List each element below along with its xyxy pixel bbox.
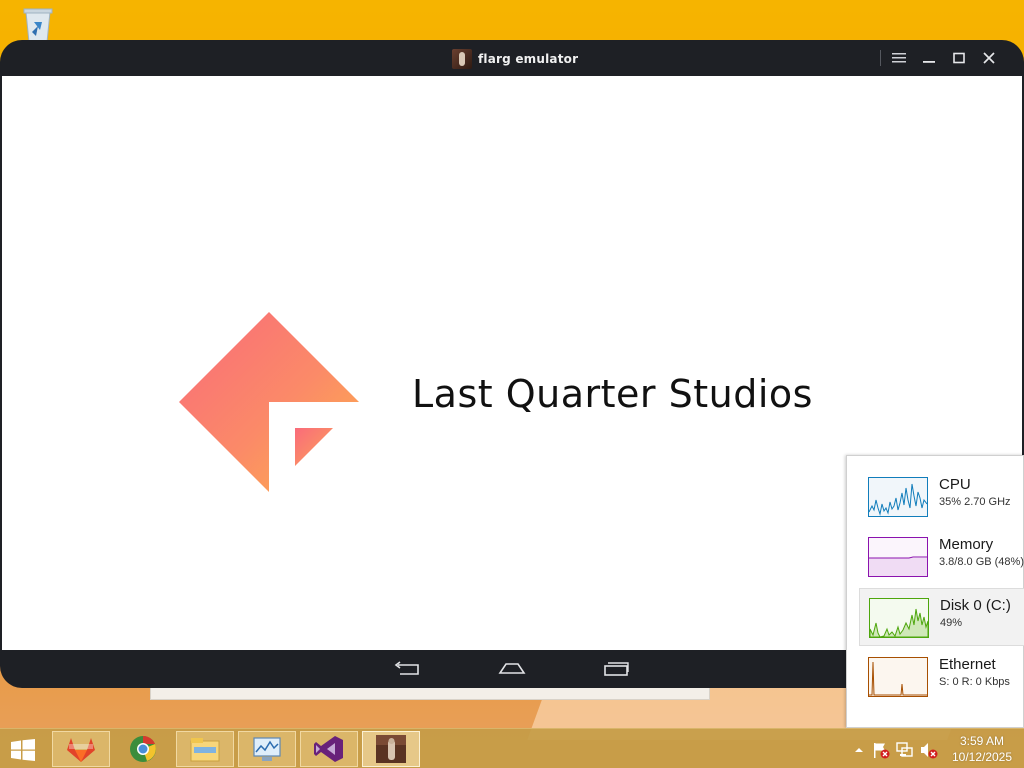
recents-button[interactable] (600, 658, 632, 680)
memory-graph (868, 537, 928, 577)
ethernet-graph (868, 657, 928, 697)
perf-item-disk[interactable]: Disk 0 (C:) 49% (859, 588, 1024, 646)
perf-name-cpu: CPU (939, 476, 971, 493)
flarg-app-icon (452, 49, 472, 69)
flarg-emulator-icon (376, 735, 406, 763)
clock-date: 10/12/2025 (951, 750, 1013, 764)
performance-widget: CPU 35% 2.70 GHz Memory 3.8/8.0 GB (48%)… (846, 455, 1024, 728)
visual-studio-icon (314, 736, 343, 762)
taskbar-app-resource-monitor[interactable] (238, 731, 296, 767)
clock-time: 3:59 AM (959, 734, 1005, 748)
perf-name-memory: Memory (939, 536, 994, 553)
minimize-button[interactable] (917, 46, 941, 70)
perf-name-disk: Disk 0 (C:) (940, 597, 1011, 614)
perf-item-memory[interactable]: Memory 3.8/8.0 GB (48%) (859, 528, 1024, 586)
gitlab-icon (67, 738, 95, 762)
recents-icon (604, 662, 629, 676)
taskbar: 3:59 AM 10/12/2025 (0, 728, 1024, 768)
action-center-flag-icon (874, 743, 890, 759)
tray-network[interactable] (896, 741, 914, 759)
show-hidden-icons-button[interactable] (850, 741, 868, 759)
cpu-graph (868, 477, 928, 517)
windows-logo-icon (11, 739, 35, 761)
perf-name-ethernet: Ethernet (939, 656, 996, 673)
maximize-button[interactable] (947, 46, 971, 70)
home-button[interactable] (496, 658, 528, 680)
studio-name: Last Quarter Studios (412, 372, 813, 416)
perf-detail-memory: 3.8/8.0 GB (48%) (939, 556, 1024, 568)
file-explorer-icon (190, 738, 220, 762)
start-button[interactable] (6, 735, 40, 765)
close-button[interactable] (977, 46, 1001, 70)
perf-detail-ethernet: S: 0 R: 0 Kbps (939, 676, 1010, 688)
volume-muted-icon (921, 743, 938, 759)
resource-monitor-icon (253, 737, 281, 761)
perf-detail-disk: 49% (940, 617, 963, 629)
title-bar[interactable]: flarg emulator (0, 40, 1024, 76)
taskbar-app-file-explorer[interactable] (176, 731, 234, 767)
maximize-icon (953, 52, 965, 64)
back-icon (394, 661, 419, 675)
close-icon (983, 52, 995, 64)
taskbar-app-visual-studio[interactable] (300, 731, 358, 767)
tray-volume[interactable] (920, 741, 938, 759)
minimize-icon (923, 61, 935, 63)
window-title-text: flarg emulator (478, 52, 579, 66)
tray-action-center[interactable] (872, 741, 890, 759)
taskbar-app-gitlab[interactable] (52, 731, 110, 767)
perf-item-ethernet[interactable]: Ethernet S: 0 R: 0 Kbps (859, 648, 1024, 706)
window-title: flarg emulator (452, 49, 578, 69)
perf-detail-cpu: 35% 2.70 GHz (939, 496, 1011, 508)
last-quarter-studios-logo (179, 312, 359, 492)
perf-item-cpu[interactable]: CPU 35% 2.70 GHz (859, 468, 1024, 526)
clock[interactable]: 3:59 AM 10/12/2025 (944, 733, 1020, 765)
menu-button[interactable] (887, 46, 911, 70)
show-hidden-icons-chevron (855, 748, 863, 752)
disk-graph (869, 598, 929, 638)
menu-icon (892, 53, 906, 63)
back-button[interactable] (392, 658, 424, 680)
network-icon (896, 742, 913, 757)
title-separator (880, 50, 881, 66)
home-icon (498, 663, 526, 674)
taskbar-app-chrome[interactable] (114, 731, 172, 767)
recycle-bin-icon[interactable] (20, 4, 56, 44)
taskbar-app-flarg-emulator[interactable] (362, 731, 420, 767)
chrome-icon (130, 736, 156, 762)
